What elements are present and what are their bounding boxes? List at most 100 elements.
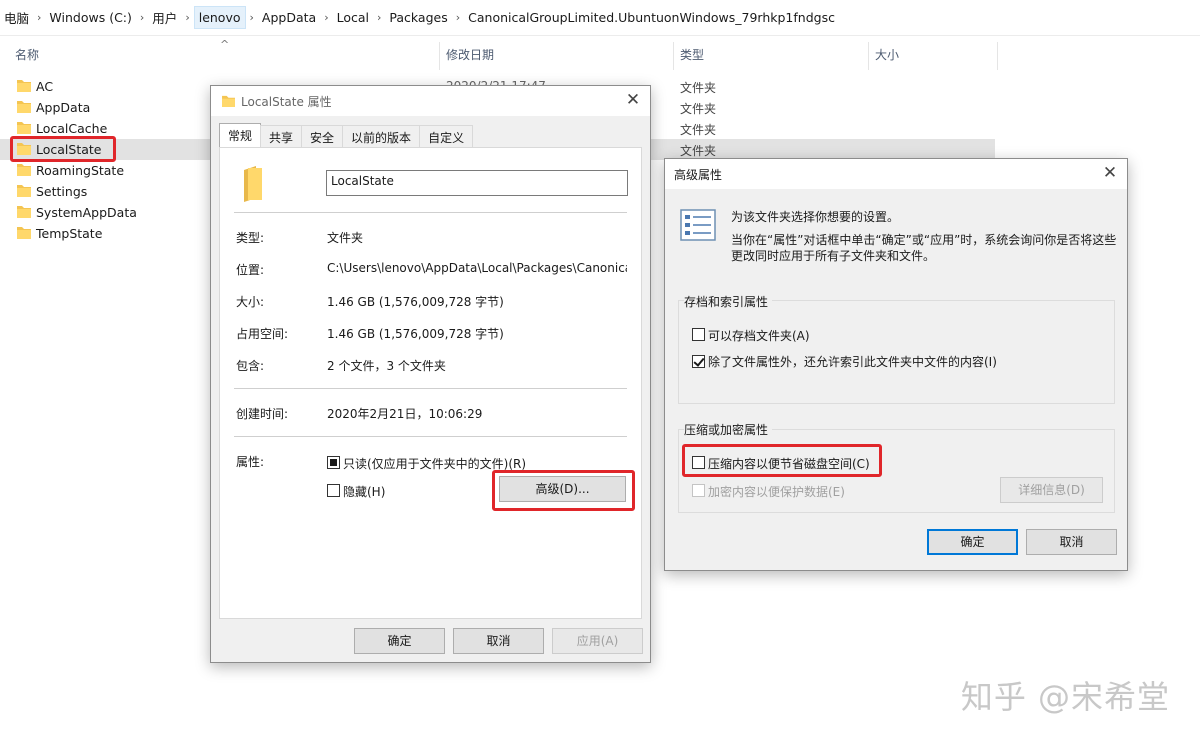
crumb-drive[interactable]: Windows (C:) [45, 10, 135, 25]
intro-line-3: 更改同时应用于所有子文件夹和文件。 [731, 249, 936, 263]
file-name: AC [36, 79, 54, 94]
advanced-titlebar[interactable]: 高级属性 ✕ [665, 159, 1127, 189]
chevron-right-icon: › [455, 11, 461, 24]
column-divider[interactable] [673, 42, 674, 70]
file-name: LocalCache [36, 121, 108, 136]
compress-checkbox[interactable] [692, 456, 705, 469]
archive-label[interactable]: 可以存档文件夹(A) [708, 327, 810, 344]
address-bar[interactable]: 电脑 › Windows (C:) › 用户 › lenovo › AppDat… [0, 0, 1200, 36]
attributes-label: 属性: [236, 455, 265, 469]
file-name: TempState [36, 226, 103, 241]
advanced-button[interactable]: 高级(D)... [499, 476, 626, 502]
file-type: 文件夹 [680, 144, 717, 158]
column-header-type[interactable]: 类型 [680, 46, 704, 63]
column-header-date[interactable]: 修改日期 [446, 46, 494, 63]
close-icon[interactable]: ✕ [1100, 163, 1120, 183]
tab-sharing[interactable]: 共享 [260, 125, 303, 147]
watermark: 知乎 @宋希堂 [960, 678, 1170, 716]
settings-list-icon [680, 209, 716, 241]
chevron-right-icon: › [249, 11, 254, 24]
file-name: SystemAppData [36, 205, 137, 220]
file-name: Settings [36, 184, 88, 199]
sort-up-icon: ^ [220, 38, 230, 51]
archive-checkbox[interactable] [692, 328, 705, 341]
column-header-name[interactable]: 名称 [15, 46, 39, 63]
divider [234, 388, 627, 389]
chevron-right-icon: › [37, 11, 42, 24]
size-label: 大小: [236, 295, 265, 309]
folder-icon [17, 143, 31, 155]
location-label: 位置: [236, 263, 265, 277]
cancel-button[interactable]: 取消 [1026, 529, 1117, 555]
crumb-pc[interactable]: 电脑 [0, 8, 33, 27]
readonly-checkbox[interactable] [327, 456, 340, 469]
chevron-right-icon: › [324, 11, 329, 24]
readonly-label[interactable]: 只读(仅应用于文件夹中的文件)(R) [343, 455, 526, 472]
tab-security[interactable]: 安全 [301, 125, 344, 147]
ok-button[interactable]: 确定 [354, 628, 445, 654]
folder-icon [17, 227, 31, 239]
folder-icon [17, 185, 31, 197]
file-type: 文件夹 [680, 123, 717, 137]
encrypt-label[interactable]: 加密内容以便保护数据(E) [708, 483, 845, 500]
crumb-local[interactable]: Local [333, 10, 373, 25]
hidden-label[interactable]: 隐藏(H) [343, 483, 385, 500]
folder-large-icon [244, 166, 262, 202]
folder-icon [17, 122, 31, 134]
disk-size-label: 占用空间: [236, 327, 289, 341]
column-divider[interactable] [868, 42, 869, 70]
tab-previous-versions[interactable]: 以前的版本 [342, 125, 421, 147]
folder-icon [17, 206, 31, 218]
file-name: LocalState [36, 142, 102, 157]
encrypt-checkbox[interactable] [692, 484, 705, 497]
size-value: 1.46 GB (1,576,009,728 字节) [327, 295, 504, 309]
archive-index-group [678, 300, 1115, 404]
disk-size-value: 1.46 GB (1,576,009,728 字节) [327, 327, 504, 341]
folder-icon [17, 101, 31, 113]
apply-button[interactable]: 应用(A) [552, 628, 643, 654]
advanced-title: 高级属性 [674, 168, 723, 182]
intro-line-1: 为该文件夹选择你想要的设置。 [731, 210, 900, 224]
location-value: C:\Users\lenovo\AppData\Local\Packages\C… [327, 261, 627, 275]
type-label: 类型: [236, 231, 265, 245]
column-divider[interactable] [997, 42, 998, 70]
advanced-dialog: 高级属性 ✕ 为该文件夹选择你想要的设置。 当你在“属性”对话框中单击“确定”或… [664, 158, 1128, 571]
created-value: 2020年2月21日，10:06:29 [327, 407, 483, 421]
crumb-canonical[interactable]: CanonicalGroupLimited.UbuntuonWindows_79… [464, 10, 839, 25]
column-header-size[interactable]: 大小 [875, 46, 899, 63]
intro-line-2: 当你在“属性”对话框中单击“确定”或“应用”时，系统会询问你是否将这些 [731, 233, 1117, 247]
index-label[interactable]: 除了文件属性外，还允许索引此文件夹中文件的内容(I) [708, 353, 997, 370]
file-type: 文件夹 [680, 102, 717, 116]
compress-label[interactable]: 压缩内容以便节省磁盘空间(C) [708, 455, 870, 472]
properties-tabs: 常规 共享 安全 以前的版本 自定义 [219, 123, 474, 147]
crumb-lenovo[interactable]: lenovo [193, 6, 246, 29]
general-panel: LocalState 类型: 文件夹 位置: C:\Users\lenovo\A… [219, 147, 642, 619]
compress-encrypt-group-title: 压缩或加密属性 [684, 421, 773, 438]
folder-icon [17, 164, 31, 176]
hidden-checkbox[interactable] [327, 484, 340, 497]
archive-index-group-title: 存档和索引属性 [684, 293, 773, 310]
details-button[interactable]: 详细信息(D) [1000, 477, 1103, 503]
chevron-right-icon: › [139, 11, 145, 24]
file-name: AppData [36, 100, 91, 115]
folder-name-input[interactable]: LocalState [326, 170, 628, 196]
folder-icon [222, 95, 235, 107]
divider [234, 436, 627, 437]
ok-button[interactable]: 确定 [927, 529, 1018, 555]
crumb-appdata[interactable]: AppData [258, 10, 320, 25]
properties-dialog: LocalState 属性 ✕ 常规 共享 安全 以前的版本 自定义 Local… [210, 85, 651, 663]
file-name: RoamingState [36, 163, 125, 178]
chevron-right-icon: › [185, 11, 190, 24]
crumb-users[interactable]: 用户 [148, 8, 181, 27]
tab-customize[interactable]: 自定义 [419, 125, 474, 147]
crumb-packages[interactable]: Packages [385, 10, 451, 25]
file-type: 文件夹 [680, 81, 717, 95]
cancel-button[interactable]: 取消 [453, 628, 544, 654]
column-divider[interactable] [439, 42, 440, 70]
created-label: 创建时间: [236, 407, 289, 421]
folder-icon [17, 80, 31, 92]
close-icon[interactable]: ✕ [623, 90, 643, 110]
index-checkbox[interactable] [692, 355, 705, 368]
properties-titlebar[interactable]: LocalState 属性 ✕ [211, 86, 650, 116]
tab-general[interactable]: 常规 [219, 123, 262, 147]
